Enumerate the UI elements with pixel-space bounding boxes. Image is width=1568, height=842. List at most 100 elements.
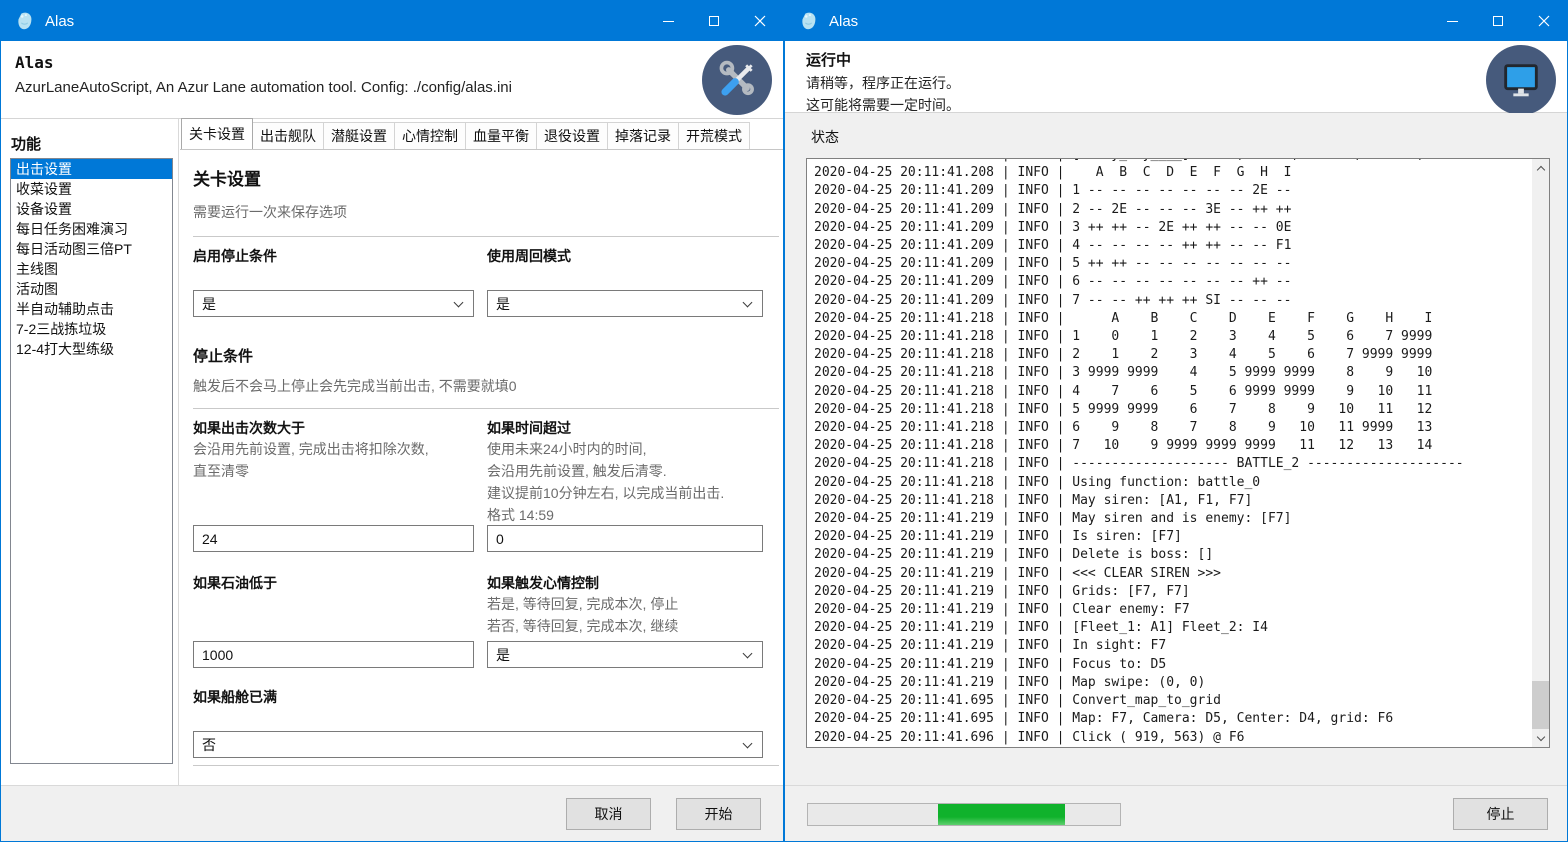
tab[interactable]: 关卡设置 (181, 118, 253, 149)
log-line: 2020-04-25 20:11:41.218 | INFO | 4 7 6 5… (814, 383, 1531, 401)
maximize-button[interactable] (1475, 1, 1521, 41)
use-loop-select[interactable]: 是 (487, 290, 763, 317)
log-line: 2020-04-25 20:11:41.219 | INFO | May sir… (814, 510, 1531, 528)
stop-button[interactable]: 停止 (1453, 798, 1548, 830)
sidebar-item[interactable]: 半自动辅助点击 (11, 299, 172, 319)
log-line: 2020-04-25 20:11:41.218 | INFO | May sir… (814, 492, 1531, 510)
scroll-up-button[interactable] (1532, 159, 1549, 176)
function-listbox[interactable]: 出击设置收菜设置设备设置每日任务困难演习每日活动图三倍PT主线图活动图半自动辅助… (10, 158, 173, 764)
stop-section-title: 停止条件 (193, 345, 783, 366)
tab[interactable]: 心情控制 (394, 122, 466, 149)
sidebar-item[interactable]: 每日活动图三倍PT (11, 239, 172, 259)
if-time-help: 格式 14:59 (487, 506, 763, 525)
if-dock-full-label: 如果船舱已满 (193, 688, 783, 706)
select-value: 是 (496, 294, 510, 314)
divider (193, 236, 779, 237)
tab[interactable]: 掉落记录 (607, 122, 679, 149)
log-line: 2020-04-25 20:11:41.209 | INFO | 1 -- --… (814, 182, 1531, 200)
run-app-header: 运行中 请稍等，程序正在运行。 这可能将需要一定时间。 (785, 41, 1567, 113)
log-line: 2020-04-25 20:11:41.219 | INFO | Grids: … (814, 583, 1531, 601)
run-body: 状态 2020-04-25 20:11:41.188 | INFO | [ene… (785, 113, 1567, 785)
log-scrollbar[interactable] (1532, 159, 1549, 747)
if-count-label: 如果出击次数大于 (193, 419, 474, 437)
minimize-button[interactable] (645, 1, 691, 41)
if-emotion-help: 若否, 等待回复, 完成本次, 继续 (487, 617, 763, 636)
sidebar-item[interactable]: 出击设置 (11, 159, 172, 179)
log-line: 2020-04-25 20:11:41.209 | INFO | 6 -- --… (814, 273, 1531, 291)
if-count-input[interactable] (193, 525, 474, 552)
sidebar-item[interactable]: 活动图 (11, 279, 172, 299)
log-line: 2020-04-25 20:11:41.218 | INFO | 6 9 8 7… (814, 419, 1531, 437)
maximize-icon (1493, 16, 1503, 26)
run-footer: 停止 (785, 785, 1567, 841)
log-line: 2020-04-25 20:11:41.218 | INFO | 7 10 9 … (814, 437, 1531, 455)
scroll-down-button[interactable] (1532, 730, 1549, 747)
scrollbar-thumb[interactable] (1532, 681, 1549, 729)
close-icon (754, 15, 766, 27)
run-window: Alas 运行中 请稍等，程序正在运行。 这可能将需要一定时间。 状态 2020… (784, 0, 1568, 842)
if-dock-full-select[interactable]: 否 (193, 731, 763, 758)
tab[interactable]: 出击舰队 (252, 122, 324, 149)
log-line: 2020-04-25 20:11:41.218 | INFO | 5 9999 … (814, 401, 1531, 419)
run-status-title: 运行中 (806, 49, 1567, 70)
log-line: 2020-04-25 20:11:41.218 | INFO | Using f… (814, 474, 1531, 492)
if-oil-label: 如果石油低于 (193, 574, 474, 592)
log-line: 2020-04-25 20:11:41.209 | INFO | 7 -- --… (814, 292, 1531, 310)
start-button[interactable]: 开始 (676, 798, 761, 830)
config-app-header: Alas AzurLaneAutoScript, An Azur Lane au… (1, 41, 783, 119)
log-line: 2020-04-25 20:11:41.209 | INFO | 5 ++ ++… (814, 255, 1531, 273)
log-line: 2020-04-25 20:11:41.218 | INFO | 2 1 2 3… (814, 346, 1531, 364)
run-status-line: 这可能将需要一定时间。 (806, 96, 1567, 114)
tab[interactable]: 退役设置 (536, 122, 608, 149)
log-line: 2020-04-25 20:11:41.218 | INFO | -------… (814, 455, 1531, 473)
tab[interactable]: 开荒模式 (678, 122, 750, 149)
chevron-down-icon (454, 298, 464, 308)
if-time-label: 如果时间超过 (487, 419, 763, 437)
log-line: 2020-04-25 20:11:41.219 | INFO | In sigh… (814, 637, 1531, 655)
maximize-button[interactable] (691, 1, 737, 41)
if-emotion-select[interactable]: 是 (487, 641, 763, 668)
monitor-badge (1486, 45, 1556, 115)
settings-tabbar: 关卡设置出击舰队潜艇设置心情控制血量平衡退役设置掉落记录开荒模式 (180, 119, 783, 150)
log-line: 2020-04-25 20:11:41.218 | INFO | 1 0 1 2… (814, 328, 1531, 346)
chevron-down-icon (743, 298, 753, 308)
minimize-button[interactable] (1429, 1, 1475, 41)
chevron-down-icon (743, 739, 753, 749)
form-subtitle: 需要运行一次来保存选项 (193, 202, 783, 222)
sidebar-item[interactable]: 12-4打大型练级 (11, 339, 172, 359)
chevron-up-icon (1536, 165, 1544, 173)
if-time-help: 建议提前10分钟左右, 以完成当前出击. (487, 484, 763, 503)
sidebar-item[interactable]: 收菜设置 (11, 179, 172, 199)
log-line: 2020-04-25 20:11:41.209 | INFO | 2 -- 2E… (814, 201, 1531, 219)
log-viewport: 2020-04-25 20:11:41.188 | INFO | [enemy_… (806, 158, 1550, 748)
log-line: 2020-04-25 20:11:41.695 | INFO | Convert… (814, 692, 1531, 710)
log-line: 2020-04-25 20:11:41.219 | INFO | <<< CLE… (814, 565, 1531, 583)
sidebar-item[interactable]: 每日任务困难演习 (11, 219, 172, 239)
config-titlebar[interactable]: Alas (1, 1, 783, 41)
tab[interactable]: 潜艇设置 (323, 122, 395, 149)
run-titlebar[interactable]: Alas (785, 1, 1567, 41)
close-button[interactable] (737, 1, 783, 41)
log-line: 2020-04-25 20:11:41.696 | INFO | Click (… (814, 729, 1531, 747)
select-value: 否 (202, 735, 216, 755)
cancel-button[interactable]: 取消 (566, 798, 651, 830)
if-time-help: 会沿用先前设置, 触发后清零. (487, 462, 763, 481)
select-value: 是 (496, 645, 510, 665)
form-title: 关卡设置 (193, 165, 783, 190)
sidebar-item[interactable]: 主线图 (11, 259, 172, 279)
log-line: 2020-04-25 20:11:41.209 | INFO | 4 -- --… (814, 237, 1531, 255)
minimize-icon (663, 21, 674, 22)
divider (193, 765, 779, 766)
maximize-icon (709, 16, 719, 26)
tab[interactable]: 血量平衡 (465, 122, 537, 149)
if-time-input[interactable] (487, 525, 763, 552)
enable-stop-select[interactable]: 是 (193, 290, 474, 317)
function-sidebar: 功能 出击设置收菜设置设备设置每日任务困难演习每日活动图三倍PT主线图活动图半自… (1, 119, 179, 785)
sidebar-item[interactable]: 设备设置 (11, 199, 172, 219)
tools-badge (702, 45, 772, 115)
close-button[interactable] (1521, 1, 1567, 41)
sidebar-item[interactable]: 7-2三战拣垃圾 (11, 319, 172, 339)
if-oil-input[interactable] (193, 641, 474, 668)
log-line: 2020-04-25 20:11:41.695 | INFO | Map: F7… (814, 710, 1531, 728)
if-emotion-label: 如果触发心情控制 (487, 574, 763, 592)
